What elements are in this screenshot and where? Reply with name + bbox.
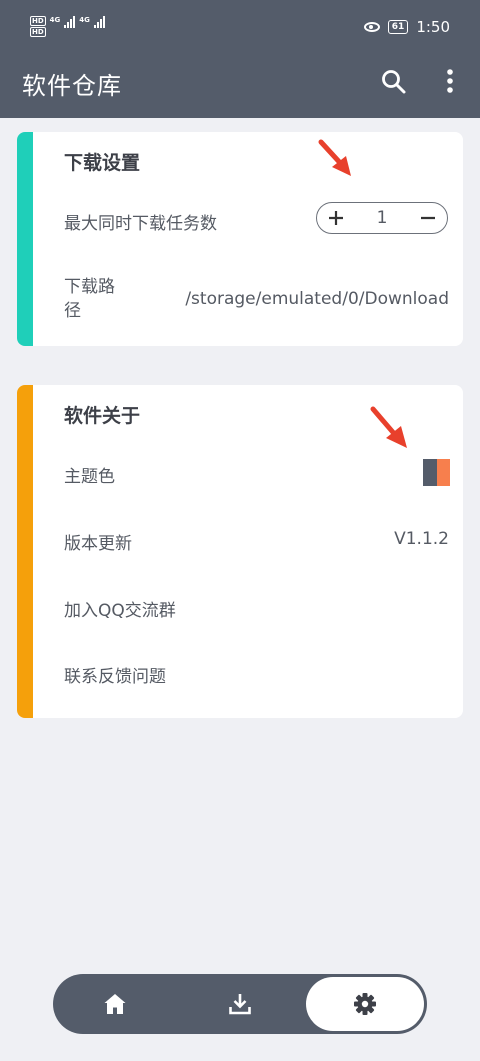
nav-download[interactable]: [181, 977, 299, 1031]
signal-icon: [64, 16, 76, 28]
hd-badge: HD: [30, 27, 46, 37]
signal-icon: [93, 16, 105, 28]
home-icon: [104, 994, 126, 1014]
nav-home[interactable]: [56, 977, 174, 1031]
card-accent: [17, 132, 33, 346]
version-update-label[interactable]: 版本更新: [64, 529, 132, 554]
eye-icon: [363, 22, 380, 32]
section-heading: 下载设置: [64, 152, 141, 174]
download-settings-card: 下载设置 最大同时下载任务数 1 下载路 径 /storage/emulated…: [17, 132, 463, 346]
network-type: 4G: [49, 16, 61, 24]
max-tasks-label: 最大同时下载任务数: [64, 214, 217, 234]
download-path-value[interactable]: /storage/emulated/0/Download: [185, 289, 449, 309]
theme-color-label: 主题色: [64, 467, 115, 487]
version-value: V1.1.2: [394, 529, 449, 549]
settings-gear-icon: [354, 993, 376, 1015]
battery-icon: 61: [387, 20, 409, 34]
network-indicators: HD HD 4G 4G: [30, 16, 105, 37]
join-qq-group-item[interactable]: 加入QQ交流群: [64, 596, 176, 621]
annotation-arrow: [318, 139, 351, 176]
feedback-item[interactable]: 联系反馈问题: [64, 662, 166, 687]
max-tasks-stepper[interactable]: 1: [316, 202, 448, 234]
more-vert-icon[interactable]: [440, 68, 460, 96]
about-card: 软件关于 主题色 版本更新 V1.1.2 加入QQ交流群 联系反馈问题: [17, 385, 463, 718]
theme-color-swatch[interactable]: [423, 459, 450, 486]
network-type: 4G: [79, 16, 90, 24]
page-title: 软件仓库: [22, 72, 122, 100]
section-heading: 软件关于: [64, 405, 141, 427]
plus-icon[interactable]: [327, 209, 345, 227]
clock: 1:50: [416, 18, 450, 36]
download-path-label: 下载路 径: [64, 277, 115, 321]
download-icon: [229, 994, 251, 1015]
hd-badge: HD: [30, 16, 46, 26]
minus-icon[interactable]: [419, 209, 437, 227]
nav-settings[interactable]: [306, 977, 424, 1031]
search-icon[interactable]: [380, 68, 408, 96]
max-tasks-value: 1: [376, 208, 388, 228]
annotation-arrow: [370, 406, 407, 448]
card-accent: [17, 385, 33, 718]
bottom-nav: [53, 974, 427, 1034]
app-bar: 软件仓库: [0, 58, 480, 118]
status-bar: HD HD 4G 4G 61 1:50: [0, 0, 480, 58]
